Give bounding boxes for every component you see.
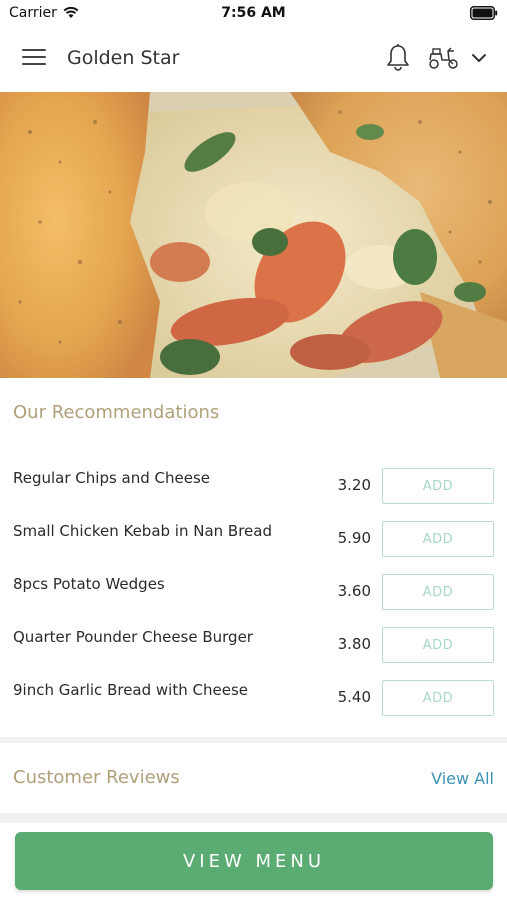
item-price: 5.40 [337,688,371,706]
item-name: Regular Chips and Cheese [13,469,211,487]
list-item: Regular Chips and Cheese 3.20 ADD [0,466,507,519]
status-time: 7:56 AM [221,5,286,21]
item-price: 5.90 [337,529,371,547]
add-button[interactable]: ADD [382,680,494,716]
add-button[interactable]: ADD [382,574,494,610]
add-button[interactable]: ADD [382,468,494,504]
recommendations-list: Regular Chips and Cheese 3.20 ADD Small … [0,466,507,731]
item-price: 3.80 [337,635,371,653]
add-button[interactable]: ADD [382,627,494,663]
list-item: Small Chicken Kebab in Nan Bread 5.90 AD… [0,519,507,572]
bell-icon[interactable] [385,43,411,73]
item-name: 8pcs Potato Wedges [13,575,165,593]
app-header: Golden Star [0,26,507,92]
hero-food-image [0,92,507,378]
customer-reviews-section: Customer Reviews View All [0,743,507,813]
hamburger-menu-icon[interactable] [22,49,46,69]
list-item: Quarter Pounder Cheese Burger 3.80 ADD [0,625,507,678]
list-item: 9inch Garlic Bread with Cheese 5.40 ADD [0,678,507,731]
item-name: 9inch Garlic Bread with Cheese [13,681,248,699]
item-price: 3.20 [337,476,371,494]
status-bar: Carrier 7:56 AM [0,0,507,26]
footer-bar: VIEW MENU [0,823,507,900]
item-price: 3.60 [337,582,371,600]
chevron-down-icon[interactable] [470,51,488,65]
delivery-scooter-icon[interactable] [427,45,459,71]
battery-icon [470,6,498,20]
add-button[interactable]: ADD [382,521,494,557]
view-all-reviews-link[interactable]: View All [431,769,494,788]
view-menu-button[interactable]: VIEW MENU [15,832,493,890]
recommendations-title: Our Recommendations [13,402,220,423]
section-divider [0,813,507,823]
restaurant-title: Golden Star [67,47,180,69]
item-name: Quarter Pounder Cheese Burger [13,628,253,646]
item-name: Small Chicken Kebab in Nan Bread [13,522,272,540]
list-item: 8pcs Potato Wedges 3.60 ADD [0,572,507,625]
recommendations-section: Our Recommendations Regular Chips and Ch… [0,378,507,737]
pizza-calzone-illustration [0,92,507,378]
reviews-title: Customer Reviews [13,767,180,788]
